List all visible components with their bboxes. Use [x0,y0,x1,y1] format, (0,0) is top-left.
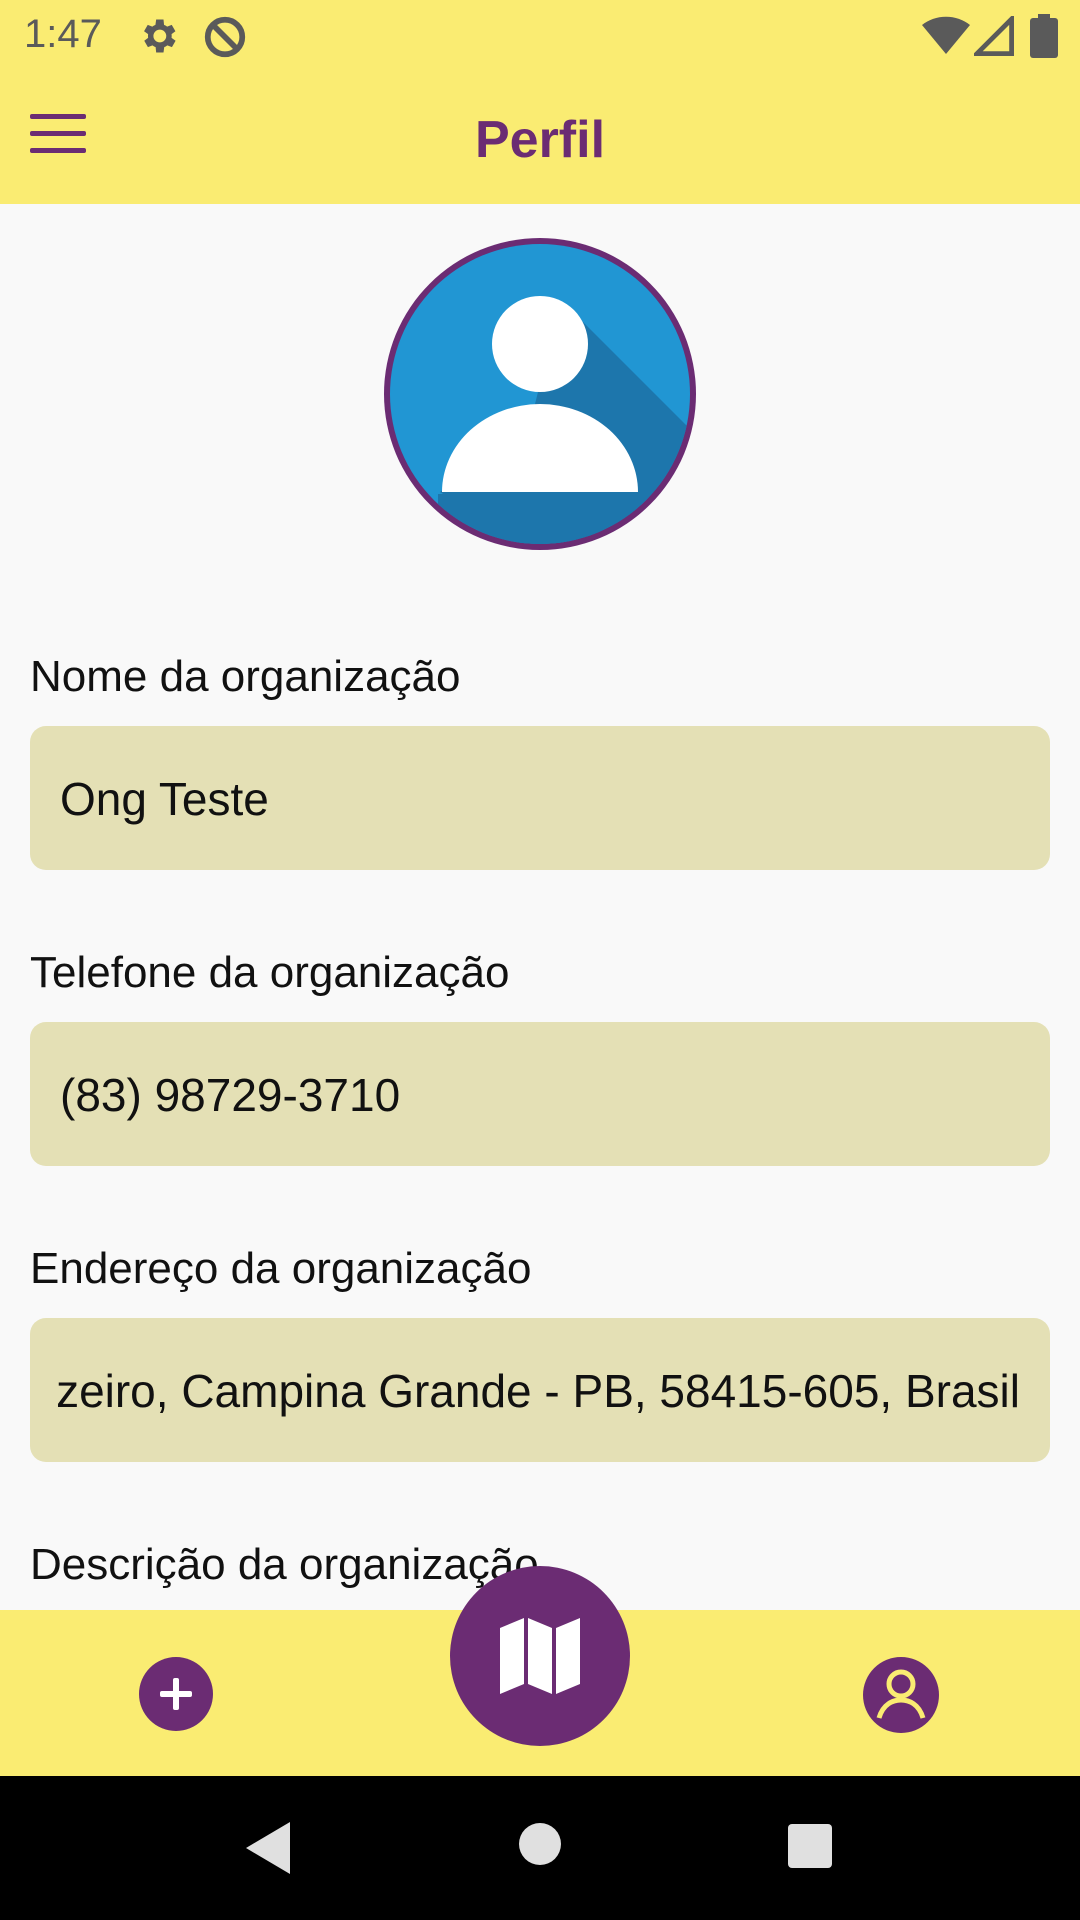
home-icon [519,1823,561,1865]
home-button[interactable] [518,1822,562,1866]
profile-button[interactable] [862,1656,940,1734]
profile-icon [863,1657,939,1733]
address-label: Endereço da organização [30,1244,532,1293]
phone-value: (83) 98729-3710 [60,1069,401,1121]
address-field[interactable]: zeiro, Campina Grande - PB, 58415-605, B… [30,1318,1050,1462]
address-value: zeiro, Campina Grande - PB, 58415-605, B… [56,1365,1020,1417]
map-button[interactable] [450,1566,630,1746]
phone-label: Telefone da organização [30,948,510,997]
battery-icon [1030,14,1058,58]
recents-button[interactable] [786,1822,834,1870]
wifi-icon [922,16,970,54]
status-bar: 1:47 [0,0,1080,72]
name-field[interactable]: Ong Teste [30,726,1050,870]
description-label: Descrição da organização [30,1540,539,1589]
phone-field[interactable]: (83) 98729-3710 [30,1022,1050,1166]
profile-avatar[interactable] [378,232,702,556]
system-nav-bar [0,1776,1080,1920]
name-label: Nome da organização [30,652,461,701]
recents-icon [788,1824,832,1868]
app-bar: Perfil [0,72,1080,204]
name-value: Ong Teste [60,773,269,825]
map-icon [500,1618,580,1694]
signal-icon [974,16,1014,56]
user-avatar-icon [384,238,696,550]
add-button[interactable] [138,1656,214,1732]
settings-icon [144,19,176,53]
add-icon [139,1657,213,1731]
data-saver-icon [204,16,246,58]
profile-content: Nome da organização Ong Teste Telefone d… [0,204,1080,1610]
status-time: 1:47 [24,12,102,56]
back-button[interactable] [244,1820,292,1876]
page-title: Perfil [474,111,606,169]
back-icon [246,1822,290,1874]
